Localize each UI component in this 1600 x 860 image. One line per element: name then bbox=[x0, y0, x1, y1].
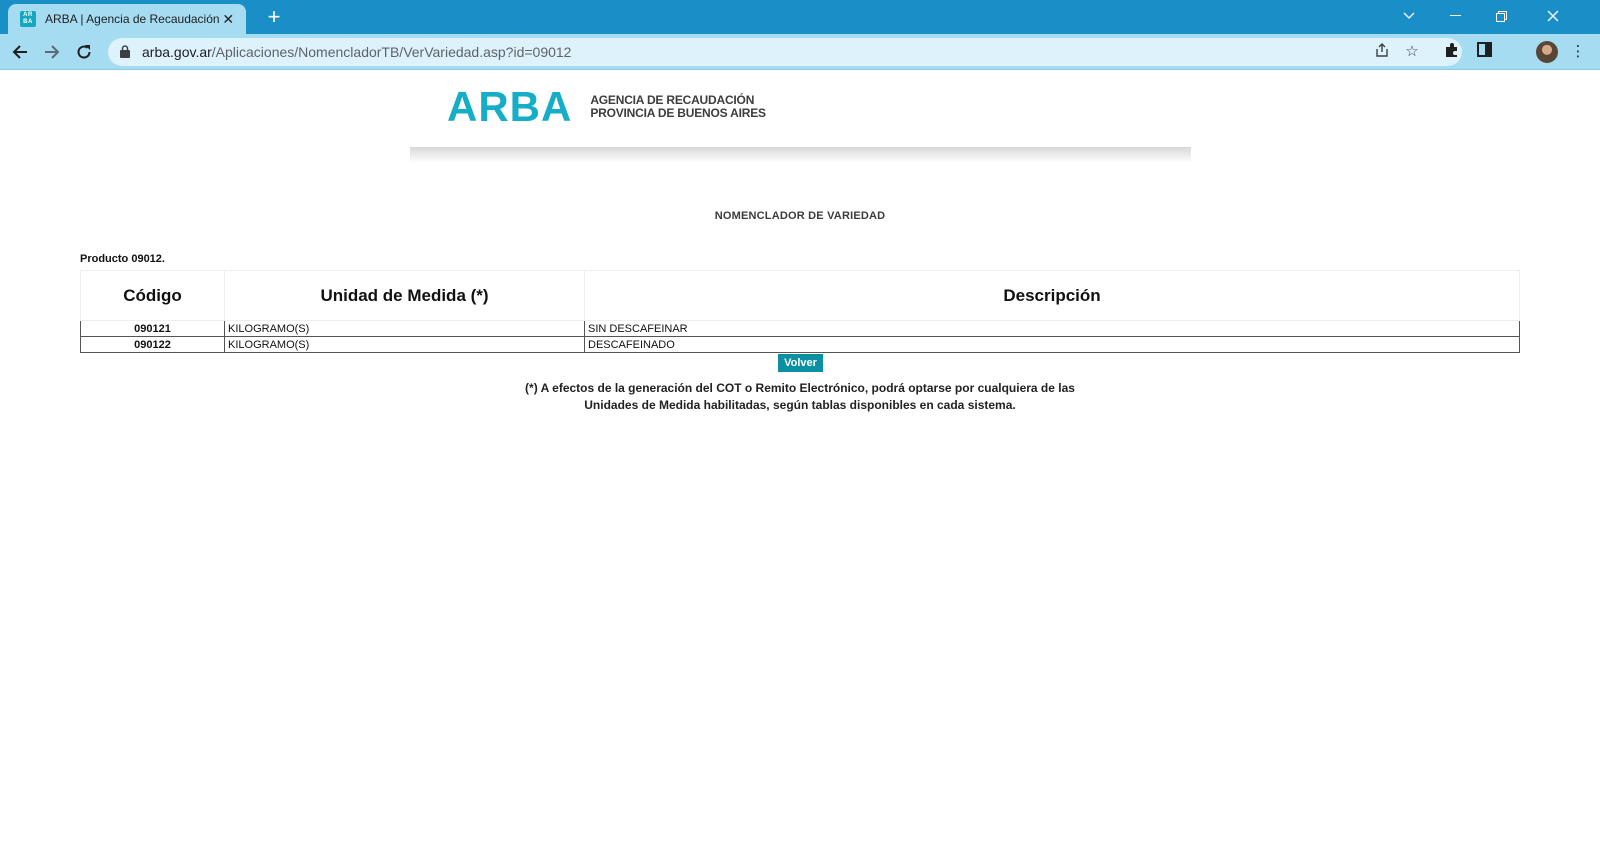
column-header-codigo: Código bbox=[80, 270, 225, 321]
cell-description: DESCAFEINADO bbox=[584, 336, 1520, 353]
side-panel-icon[interactable] bbox=[1474, 42, 1494, 62]
profile-avatar[interactable] bbox=[1536, 41, 1558, 63]
reload-icon[interactable] bbox=[70, 38, 98, 66]
footnote: (*) A efectos de la generación del COT o… bbox=[525, 381, 1075, 412]
cell-code: 090122 bbox=[80, 336, 225, 353]
menu-kebab-icon[interactable]: ⋮ bbox=[1568, 42, 1588, 62]
arba-favicon-icon: AR BA bbox=[20, 11, 36, 27]
browser-toolbar: arba.gov.ar/Aplicaciones/NomencladorTB/V… bbox=[0, 34, 1600, 70]
tab-title: ARBA | Agencia de Recaudación de la Prov… bbox=[45, 12, 220, 26]
column-header-descripcion: Descripción bbox=[584, 270, 1520, 321]
volver-button[interactable]: Volver bbox=[778, 354, 823, 372]
share-icon[interactable] bbox=[1372, 42, 1392, 62]
product-label: Producto 09012. bbox=[80, 253, 165, 265]
tab-search-chevron-icon[interactable] bbox=[1386, 0, 1432, 32]
cell-description: SIN DESCAFEINAR bbox=[584, 320, 1520, 337]
bookmark-star-icon[interactable]: ☆ bbox=[1402, 42, 1422, 62]
column-header-unidad: Unidad de Medida (*) bbox=[224, 270, 585, 321]
table-row: 090121 KILOGRAMO(S) SIN DESCAFEINAR bbox=[80, 320, 1520, 337]
new-tab-plus-icon[interactable]: + bbox=[262, 6, 286, 30]
page-title: NOMENCLADOR DE VARIEDAD bbox=[714, 210, 886, 222]
cell-unit: KILOGRAMO(S) bbox=[224, 336, 585, 353]
address-bar[interactable]: arba.gov.ar/Aplicaciones/NomencladorTB/V… bbox=[108, 38, 1462, 66]
cell-unit: KILOGRAMO(S) bbox=[224, 320, 585, 337]
cell-code: 090121 bbox=[80, 320, 225, 337]
back-arrow-icon[interactable] bbox=[6, 38, 34, 66]
url-text: arba.gov.ar/Aplicaciones/NomencladorTB/V… bbox=[142, 44, 572, 60]
minimize-icon[interactable] bbox=[1432, 0, 1478, 32]
restore-icon[interactable] bbox=[1478, 0, 1524, 32]
tab-close-icon[interactable]: ✕ bbox=[220, 11, 236, 28]
close-window-icon[interactable] bbox=[1530, 0, 1576, 32]
arba-logo[interactable]: ARBA AGENCIA DE RECAUDACIÓN PROVINCIA DE… bbox=[447, 84, 766, 130]
header-banner-strip bbox=[410, 147, 1191, 163]
extensions-puzzle-icon[interactable] bbox=[1442, 42, 1462, 62]
logo-mark: ARBA bbox=[447, 83, 573, 130]
browser-tab[interactable]: AR BA ARBA | Agencia de Recaudación de l… bbox=[8, 4, 246, 34]
table-row: 090122 KILOGRAMO(S) DESCAFEINADO bbox=[80, 336, 1520, 353]
logo-subtitle: AGENCIA DE RECAUDACIÓN PROVINCIA DE BUEN… bbox=[590, 93, 766, 120]
table-header-row: Código Unidad de Medida (*) Descripción bbox=[80, 270, 1520, 321]
lock-icon[interactable] bbox=[120, 45, 130, 58]
browser-tabstrip: AR BA ARBA | Agencia de Recaudación de l… bbox=[0, 0, 1600, 34]
forward-arrow-icon[interactable] bbox=[38, 38, 66, 66]
variety-table: Código Unidad de Medida (*) Descripción … bbox=[80, 270, 1520, 353]
